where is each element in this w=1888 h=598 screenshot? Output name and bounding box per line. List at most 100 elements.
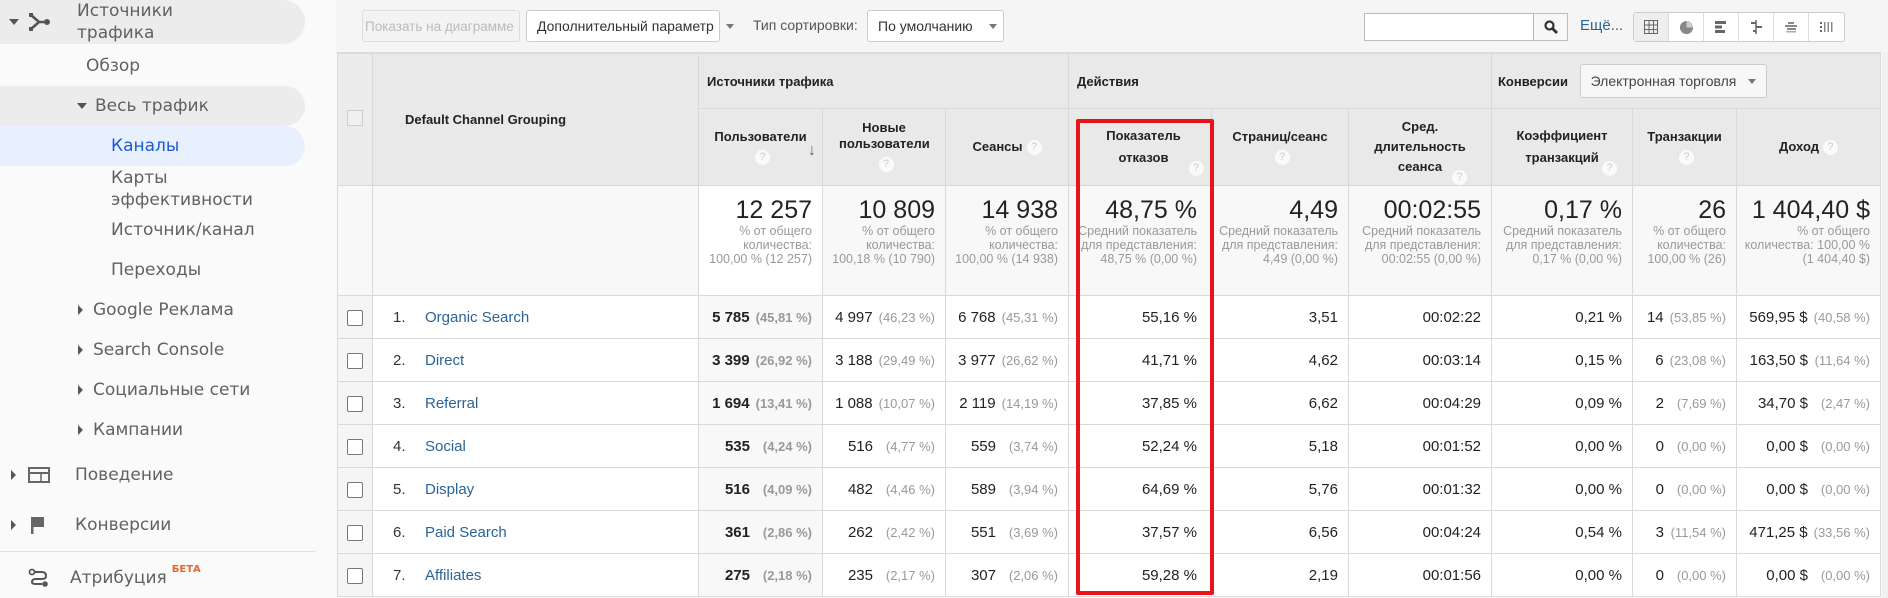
column-header-new-users[interactable]: Новые пользователи? (822, 108, 946, 186)
channel-link[interactable]: Social (425, 438, 466, 455)
sidebar-item-source-medium[interactable]: Источник/канал (0, 214, 255, 246)
help-icon[interactable]: ? (1274, 150, 1290, 166)
column-header-users[interactable]: Пользователи? ↓ (698, 108, 823, 186)
sidebar-item-referrals[interactable]: Переходы (0, 254, 201, 286)
value: 516 (847, 437, 873, 455)
total-value: 4,49 (1289, 196, 1338, 224)
performance-view-button[interactable] (1704, 13, 1739, 41)
behavior-icon (28, 467, 50, 483)
total-note: % от общего количества: 100,00 % (14 938… (955, 224, 1058, 266)
select-all-checkbox[interactable] (347, 110, 363, 126)
secondary-dimension-dropdown[interactable]: Дополнительный параметр (526, 10, 734, 42)
total-value: 10 809 (858, 196, 935, 224)
column-header-pages-per-session[interactable]: Страниц/сеанс? (1211, 108, 1349, 186)
sidebar-item-conversions[interactable]: Конверсии (0, 508, 171, 542)
revenue-cell: 471,25 $ (33,56 %) (1736, 510, 1881, 554)
column-label: Пользователи (714, 129, 807, 144)
total-revenue: 1 404,40 $% от общего количества: 100,00… (1736, 185, 1881, 296)
channel-link[interactable]: Affiliates (425, 567, 481, 584)
sidebar-item-overview[interactable]: Обзор (0, 50, 140, 82)
percent: (29,49 %) (878, 352, 935, 368)
table-view-button[interactable] (1634, 13, 1669, 41)
total-value: 1 404,40 $ (1751, 196, 1870, 224)
row-checkbox[interactable] (347, 481, 363, 498)
bounce-rate-cell: 59,28 % (1068, 553, 1212, 597)
flag-icon (31, 517, 44, 534)
table-row: 3. Referral 1 694 (13,41 %) 1 088 (10,07 %)… (337, 381, 1881, 425)
value: 4,62 (1308, 351, 1338, 369)
column-header-sessions[interactable]: Сеансы? (945, 108, 1069, 186)
help-icon[interactable]: ? (878, 157, 894, 173)
term-cloud-view-button[interactable] (1774, 13, 1809, 41)
row-checkbox[interactable] (347, 352, 363, 369)
pie-view-button[interactable] (1669, 13, 1704, 41)
percent: (0,00 %) (1676, 567, 1726, 583)
column-header-revenue[interactable]: Доход? (1736, 108, 1881, 186)
scrollbar-track[interactable] (1882, 52, 1888, 598)
more-link[interactable]: Ещё... (1580, 17, 1623, 34)
help-icon[interactable]: ? (1452, 170, 1467, 186)
pivot-view-icon (1819, 22, 1832, 32)
column-header-avg-duration[interactable]: Сред. длительность сеанса? (1348, 108, 1492, 186)
sort-type-dropdown[interactable]: По умолчанию (867, 10, 1004, 42)
transactions-cell: 0 (0,00 %) (1632, 467, 1737, 511)
row-checkbox[interactable] (347, 309, 363, 326)
plot-rows-button[interactable]: Показать на диаграмме (362, 10, 520, 42)
value: 551 (970, 523, 996, 541)
search-button[interactable] (1533, 13, 1568, 41)
sidebar-item-google-ads[interactable]: Google Реклама (0, 294, 234, 326)
sidebar-item-attribution[interactable]: Атрибуция БЕТА (0, 561, 201, 595)
percent: (11,64 %) (1814, 352, 1870, 368)
collapsed-arrow-icon (78, 425, 83, 435)
sidebar-item-channels[interactable]: Каналы (0, 126, 305, 166)
row-checkbox[interactable] (347, 395, 363, 412)
row-checkbox[interactable] (347, 524, 363, 541)
sidebar-item-treemaps[interactable]: Карты эффективности (0, 166, 271, 212)
channel-link[interactable]: Organic Search (425, 309, 529, 326)
help-icon[interactable]: ? (1602, 161, 1617, 177)
help-icon[interactable]: ? (1026, 140, 1042, 156)
channel-link[interactable]: Direct (425, 352, 464, 369)
channel-link[interactable]: Display (425, 481, 474, 498)
column-header-transactions[interactable]: Транзакции? (1632, 108, 1737, 186)
total-value: 14 938 (981, 196, 1058, 224)
percent: (0,00 %) (1820, 567, 1870, 583)
collapsed-arrow-icon (11, 470, 16, 480)
value: 5 785 (712, 308, 750, 326)
comparison-view-button[interactable] (1739, 13, 1774, 41)
total-value: 12 257 (735, 196, 812, 224)
help-icon[interactable]: ? (1188, 161, 1204, 177)
sidebar-item-campaigns[interactable]: Кампании (0, 414, 183, 446)
help-icon[interactable]: ? (1679, 150, 1694, 166)
performance-view-icon (1715, 21, 1726, 33)
sidebar-item-all-traffic[interactable]: Весь трафик (0, 86, 305, 126)
dimension-cell: 3. Referral (372, 381, 699, 425)
percent: (0,00 %) (1820, 438, 1870, 454)
column-header-conv-rate[interactable]: Коэффициент транзакций? (1491, 108, 1633, 186)
transactions-cell: 3 (11,54 %) (1632, 510, 1737, 554)
percent: (26,62 %) (1001, 352, 1058, 368)
row-checkbox[interactable] (347, 567, 363, 584)
pivot-view-button[interactable] (1809, 13, 1844, 41)
row-index: 6. (393, 523, 406, 541)
help-icon[interactable]: ? (755, 150, 770, 166)
sidebar-item-search-console[interactable]: Search Console (0, 334, 224, 366)
table-toolbar: Показать на диаграмме Дополнительный пар… (336, 0, 1888, 53)
column-label: Транзакции (1647, 129, 1722, 144)
row-index: 2. (393, 351, 406, 369)
value: 3 977 (958, 351, 996, 369)
row-checkbox[interactable] (347, 438, 363, 455)
value: 4 997 (835, 308, 873, 326)
conversion-type-dropdown[interactable]: Электронная торговля (1579, 64, 1768, 98)
channel-link[interactable]: Referral (425, 395, 478, 412)
group-header-behavior: Действия (1068, 53, 1492, 109)
help-icon[interactable]: ? (1822, 140, 1838, 156)
column-header-bounce-rate[interactable]: Показатель отказов? (1068, 108, 1212, 186)
channel-link[interactable]: Paid Search (425, 524, 507, 541)
value: 55,16 % (1141, 308, 1197, 326)
dimension-header[interactable]: Default Channel Grouping (372, 53, 699, 186)
sidebar-item-acquisition[interactable]: Источники трафика (0, 0, 305, 44)
table-search-input[interactable] (1364, 13, 1534, 41)
sidebar-item-behavior[interactable]: Поведение (0, 458, 174, 492)
sidebar-item-social[interactable]: Социальные сети (0, 374, 250, 406)
